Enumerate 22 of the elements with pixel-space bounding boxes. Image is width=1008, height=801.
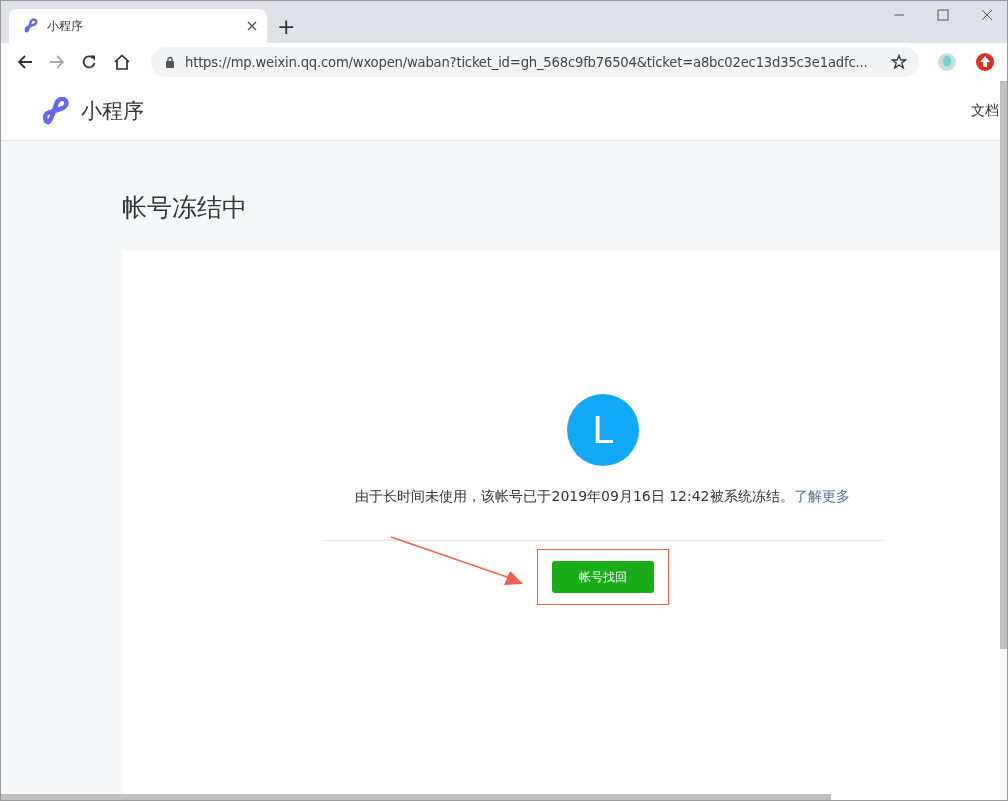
- lock-icon: [165, 56, 175, 68]
- avatar-circle: L: [566, 394, 639, 466]
- brand-name: 小程序: [81, 97, 145, 125]
- address-bar[interactable]: https://mp.weixin.qq.com/wxopen/waban?ticket_id=gh_568c9fb76504&ticket=a8bc02ec13d35c3e1adfc...: [151, 47, 919, 77]
- maximize-icon[interactable]: [937, 9, 949, 21]
- logo-icon[interactable]: [41, 96, 71, 125]
- horizontal-scrollbar[interactable]: [1, 794, 831, 800]
- vertical-scrollbar[interactable]: [1000, 81, 1007, 649]
- back-arrow-icon[interactable]: [17, 54, 33, 70]
- freeze-message: 由于长时间未使用，该帐号已于2019年09月16日 12:42被系统冻结。: [355, 488, 794, 504]
- chain-link-icon: [23, 18, 39, 34]
- docs-link[interactable]: 文档: [971, 101, 999, 120]
- close-icon[interactable]: [981, 9, 993, 21]
- reload-icon[interactable]: [81, 54, 97, 70]
- learn-more-link[interactable]: 了解更多: [793, 488, 850, 504]
- home-icon[interactable]: [113, 54, 131, 70]
- extension-icon[interactable]: [975, 52, 995, 72]
- close-tab-icon[interactable]: [247, 21, 257, 31]
- browser-tab[interactable]: 小程序: [9, 9, 267, 43]
- new-tab-button[interactable]: +: [273, 14, 300, 39]
- page-title: 帐号冻结中: [122, 192, 248, 224]
- star-icon[interactable]: [891, 54, 907, 70]
